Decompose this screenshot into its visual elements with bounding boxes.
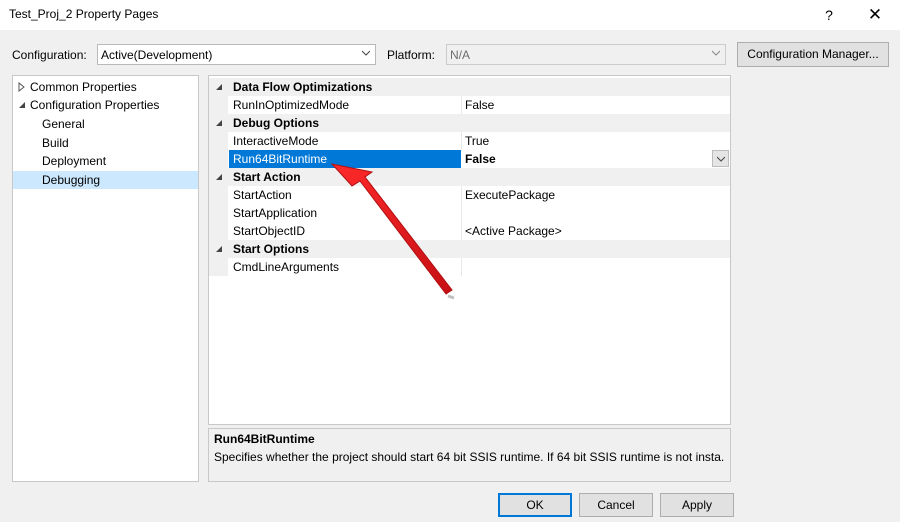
column-divider <box>461 204 462 222</box>
property-name: StartAction <box>233 188 292 202</box>
close-button[interactable]: ✕ <box>852 0 898 30</box>
column-divider <box>461 96 462 114</box>
collapsed-triangle-icon[interactable] <box>17 82 27 92</box>
configuration-manager-button[interactable]: Configuration Manager... <box>737 42 889 67</box>
tree-item-label: Configuration Properties <box>30 98 160 112</box>
configuration-value: Active(Development) <box>101 48 213 62</box>
collapse-triangle-icon[interactable] <box>214 118 223 127</box>
row-gutter <box>209 204 228 222</box>
title-bar: Test_Proj_2 Property Pages ? ✕ <box>0 0 900 30</box>
configuration-label: Configuration: <box>12 48 87 62</box>
property-row[interactable]: StartAction ExecutePackage <box>209 186 730 204</box>
tree-item-label: Debugging <box>42 173 101 187</box>
column-divider <box>461 258 462 276</box>
property-row[interactable]: InteractiveMode True <box>209 132 730 150</box>
property-value[interactable]: <Active Package> <box>465 224 562 238</box>
category-row[interactable]: Start Action <box>209 168 730 186</box>
tree-item-label: Build <box>42 136 69 150</box>
value-dropdown-button[interactable] <box>712 150 729 167</box>
apply-button[interactable]: Apply <box>660 493 734 517</box>
expanded-triangle-icon[interactable] <box>17 100 27 110</box>
platform-value: N/A <box>450 48 471 62</box>
description-text: Specifies whether the project should sta… <box>214 450 724 464</box>
property-name: InteractiveMode <box>233 134 319 148</box>
property-name: Run64BitRuntime <box>233 152 328 166</box>
category-row[interactable]: Start Options <box>209 240 730 258</box>
property-value[interactable]: True <box>465 134 489 148</box>
tree-item-general[interactable]: General <box>42 115 85 133</box>
row-gutter <box>209 186 228 204</box>
tree-item-build[interactable]: Build <box>42 134 69 152</box>
property-value[interactable]: ExecutePackage <box>465 188 555 202</box>
description-pane: Run64BitRuntime Specifies whether the pr… <box>208 428 731 482</box>
platform-select[interactable]: N/A <box>446 44 726 65</box>
chevron-down-icon <box>717 156 725 162</box>
property-name: CmdLineArguments <box>233 260 340 274</box>
tree-item-label: Deployment <box>42 154 107 168</box>
property-value[interactable]: False <box>465 98 494 112</box>
column-divider <box>461 186 462 204</box>
column-divider <box>461 222 462 240</box>
help-button[interactable]: ? <box>806 0 852 30</box>
configuration-select[interactable]: Active(Development) <box>97 44 376 65</box>
category-row[interactable]: Data Flow Optimizations <box>209 78 730 96</box>
row-gutter <box>209 132 228 150</box>
row-gutter <box>209 96 228 114</box>
property-row[interactable]: CmdLineArguments <box>209 258 730 276</box>
property-value[interactable]: False <box>465 152 496 166</box>
row-gutter <box>209 258 228 276</box>
column-divider <box>461 132 462 150</box>
property-row[interactable]: StartObjectID <Active Package> <box>209 222 730 240</box>
description-title: Run64BitRuntime <box>214 432 315 446</box>
category-row[interactable]: Debug Options <box>209 114 730 132</box>
property-row[interactable]: StartApplication <box>209 204 730 222</box>
property-name: StartApplication <box>233 206 318 220</box>
category-label: Start Action <box>233 170 301 184</box>
property-row[interactable]: RunInOptimizedMode False <box>209 96 730 114</box>
row-gutter <box>209 150 228 168</box>
tree-item-label: General <box>42 117 85 131</box>
chevron-down-icon <box>362 50 370 56</box>
property-name: RunInOptimizedMode <box>233 98 350 112</box>
collapse-triangle-icon[interactable] <box>214 172 223 181</box>
property-name: StartObjectID <box>233 224 306 238</box>
property-grid: Data Flow Optimizations RunInOptimizedMo… <box>208 75 731 425</box>
window-title: Test_Proj_2 Property Pages <box>9 7 159 21</box>
category-label: Start Options <box>233 242 310 256</box>
property-row-selected[interactable]: Run64BitRuntime False <box>209 150 730 168</box>
category-label: Data Flow Optimizations <box>233 80 373 94</box>
platform-label: Platform: <box>387 48 436 62</box>
collapse-triangle-icon[interactable] <box>214 244 223 253</box>
tree-item-label: Common Properties <box>30 80 137 94</box>
collapse-triangle-icon[interactable] <box>214 82 223 91</box>
tree-item-deployment[interactable]: Deployment <box>42 152 106 170</box>
tree-item-debugging[interactable]: Debugging <box>13 171 198 189</box>
category-label: Debug Options <box>233 116 319 130</box>
cancel-button[interactable]: Cancel <box>579 493 653 517</box>
property-tree: Common Properties Configuration Properti… <box>12 75 199 482</box>
row-gutter <box>209 222 228 240</box>
chevron-down-icon <box>712 50 720 56</box>
ok-button[interactable]: OK <box>498 493 572 517</box>
